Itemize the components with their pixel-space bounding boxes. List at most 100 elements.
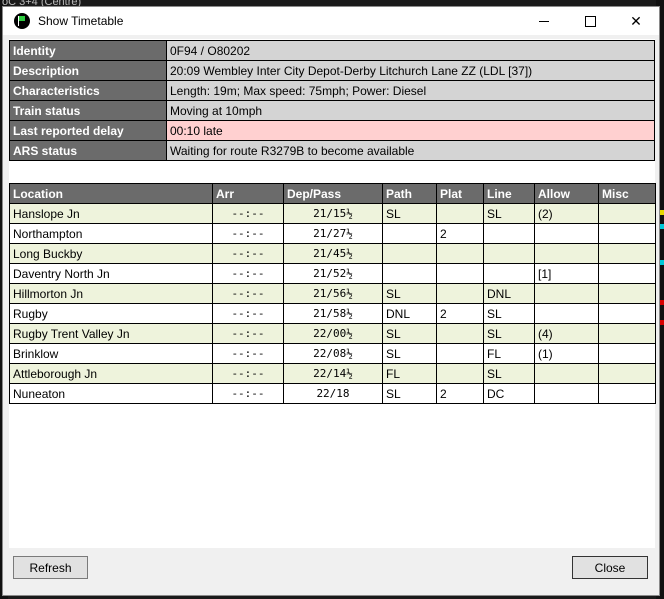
table-cell-dep-pass: 21/56½ bbox=[283, 283, 383, 304]
table-cell-line: SL bbox=[483, 363, 535, 384]
timetable-content: Identity 0F94 / O80202 Description 20:09 We… bbox=[9, 39, 656, 548]
button-bar: Refresh Close bbox=[3, 548, 659, 595]
column-header-arr[interactable]: Arr bbox=[212, 183, 284, 204]
column-header-location[interactable]: Location bbox=[9, 183, 213, 204]
table-row[interactable]: Long Buckby --:-- 21/45½ bbox=[9, 243, 656, 264]
table-cell-allow: (4) bbox=[534, 323, 599, 344]
table-cell-path bbox=[382, 263, 437, 284]
table-cell-dep-pass: 21/15½ bbox=[283, 203, 383, 224]
table-cell-allow: (2) bbox=[534, 203, 599, 224]
minimize-button[interactable] bbox=[521, 7, 567, 35]
column-header-misc[interactable]: Misc bbox=[598, 183, 656, 204]
table-cell-dep-pass: 22/08½ bbox=[283, 343, 383, 364]
table-cell-location: Long Buckby bbox=[9, 243, 213, 264]
info-value: 00:10 late bbox=[166, 120, 655, 141]
table-cell-location: Nuneaton bbox=[9, 383, 213, 404]
table-cell-dep-pass: 22/14½ bbox=[283, 363, 383, 384]
close-window-button[interactable]: ✕ bbox=[613, 7, 659, 35]
timetable-grid: Location Arr Dep/Pass Path Plat Line Allow Misc… bbox=[9, 183, 656, 404]
info-key: Characteristics bbox=[9, 80, 167, 101]
table-cell-allow: [1] bbox=[534, 263, 599, 284]
table-cell-location: Attleborough Jn bbox=[9, 363, 213, 384]
table-cell-dep-pass: 21/58½ bbox=[283, 303, 383, 324]
table-cell-plat: 2 bbox=[436, 383, 484, 404]
table-cell-plat bbox=[436, 323, 484, 344]
table-cell-dep-pass: 22/00½ bbox=[283, 323, 383, 344]
column-header-allow[interactable]: Allow bbox=[534, 183, 599, 204]
table-cell-plat bbox=[436, 343, 484, 364]
table-cell-path: SL bbox=[382, 283, 437, 304]
table-cell-plat bbox=[436, 363, 484, 384]
table-cell-path: SL bbox=[382, 343, 437, 364]
table-cell-allow bbox=[534, 363, 599, 384]
table-cell-line: SL bbox=[483, 323, 535, 344]
table-row[interactable]: Rugby --:-- 21/58½ DNL 2 SL bbox=[9, 303, 656, 324]
table-cell-misc bbox=[598, 263, 656, 284]
maximize-button[interactable] bbox=[567, 7, 613, 35]
info-value: Moving at 10mph bbox=[166, 100, 655, 121]
table-row[interactable]: Nuneaton --:-- 22/18 SL 2 DC bbox=[9, 383, 656, 404]
table-cell-misc bbox=[598, 303, 656, 324]
table-cell-allow bbox=[534, 383, 599, 404]
table-cell-misc bbox=[598, 203, 656, 224]
table-cell-location: Daventry North Jn bbox=[9, 263, 213, 284]
column-header-path[interactable]: Path bbox=[382, 183, 437, 204]
table-row[interactable]: Northampton --:-- 21/27½ 2 bbox=[9, 223, 656, 244]
table-cell-allow: (1) bbox=[534, 343, 599, 364]
table-cell-misc bbox=[598, 383, 656, 404]
table-cell-plat: 2 bbox=[436, 223, 484, 244]
table-cell-arr: --:-- bbox=[212, 223, 284, 244]
table-cell-path: SL bbox=[382, 203, 437, 224]
close-button[interactable]: Close bbox=[572, 556, 648, 579]
app-flag-icon bbox=[14, 13, 30, 29]
table-row[interactable]: Hillmorton Jn --:-- 21/56½ SL DNL bbox=[9, 283, 656, 304]
table-cell-allow bbox=[534, 223, 599, 244]
table-cell-arr: --:-- bbox=[212, 323, 284, 344]
table-row[interactable]: Brinklow --:-- 22/08½ SL FL (1) bbox=[9, 343, 656, 364]
table-cell-arr: --:-- bbox=[212, 363, 284, 384]
table-row[interactable]: Hanslope Jn --:-- 21/15½ SL SL (2) bbox=[9, 203, 656, 224]
table-cell-path: SL bbox=[382, 323, 437, 344]
info-row: Identity 0F94 / O80202 bbox=[9, 40, 655, 61]
table-cell-path: DNL bbox=[382, 303, 437, 324]
info-key: ARS status bbox=[9, 140, 167, 161]
table-cell-location: Rugby bbox=[9, 303, 213, 324]
table-cell-line bbox=[483, 263, 535, 284]
table-cell-line: DC bbox=[483, 383, 535, 404]
column-header-dep-pass[interactable]: Dep/Pass bbox=[283, 183, 383, 204]
table-cell-misc bbox=[598, 323, 656, 344]
table-cell-misc bbox=[598, 343, 656, 364]
table-cell-dep-pass: 21/45½ bbox=[283, 243, 383, 264]
info-value: 20:09 Wembley Inter City Depot-Derby Lit… bbox=[166, 60, 655, 81]
table-cell-path bbox=[382, 223, 437, 244]
column-header-line[interactable]: Line bbox=[483, 183, 535, 204]
table-cell-misc bbox=[598, 243, 656, 264]
table-row[interactable]: Daventry North Jn --:-- 21/52½ [1] bbox=[9, 263, 656, 284]
info-key: Identity bbox=[9, 40, 167, 61]
refresh-button[interactable]: Refresh bbox=[13, 556, 88, 579]
table-row[interactable]: Rugby Trent Valley Jn --:-- 22/00½ SL SL (4) bbox=[9, 323, 656, 344]
table-cell-line: SL bbox=[483, 203, 535, 224]
table-cell-path: SL bbox=[382, 383, 437, 404]
table-cell-line bbox=[483, 243, 535, 264]
table-cell-location: Brinklow bbox=[9, 343, 213, 364]
info-value: Waiting for route R3279B to become avail… bbox=[166, 140, 655, 161]
window-title: Show Timetable bbox=[38, 14, 124, 28]
table-row[interactable]: Attleborough Jn --:-- 22/14½ FL SL bbox=[9, 363, 656, 384]
column-header-plat[interactable]: Plat bbox=[436, 183, 484, 204]
table-cell-misc bbox=[598, 363, 656, 384]
table-cell-allow bbox=[534, 243, 599, 264]
table-cell-allow bbox=[534, 303, 599, 324]
table-cell-line: FL bbox=[483, 343, 535, 364]
info-row: Train status Moving at 10mph bbox=[9, 100, 655, 121]
table-cell-line: DNL bbox=[483, 283, 535, 304]
info-value: 0F94 / O80202 bbox=[166, 40, 655, 61]
table-cell-plat bbox=[436, 243, 484, 264]
table-cell-allow bbox=[534, 283, 599, 304]
table-cell-plat bbox=[436, 263, 484, 284]
info-value: Length: 19m; Max speed: 75mph; Power: Di… bbox=[166, 80, 655, 101]
title-bar[interactable]: Show Timetable ✕ bbox=[3, 7, 659, 35]
close-icon: ✕ bbox=[630, 12, 642, 29]
table-cell-location: Northampton bbox=[9, 223, 213, 244]
table-cell-arr: --:-- bbox=[212, 383, 284, 404]
